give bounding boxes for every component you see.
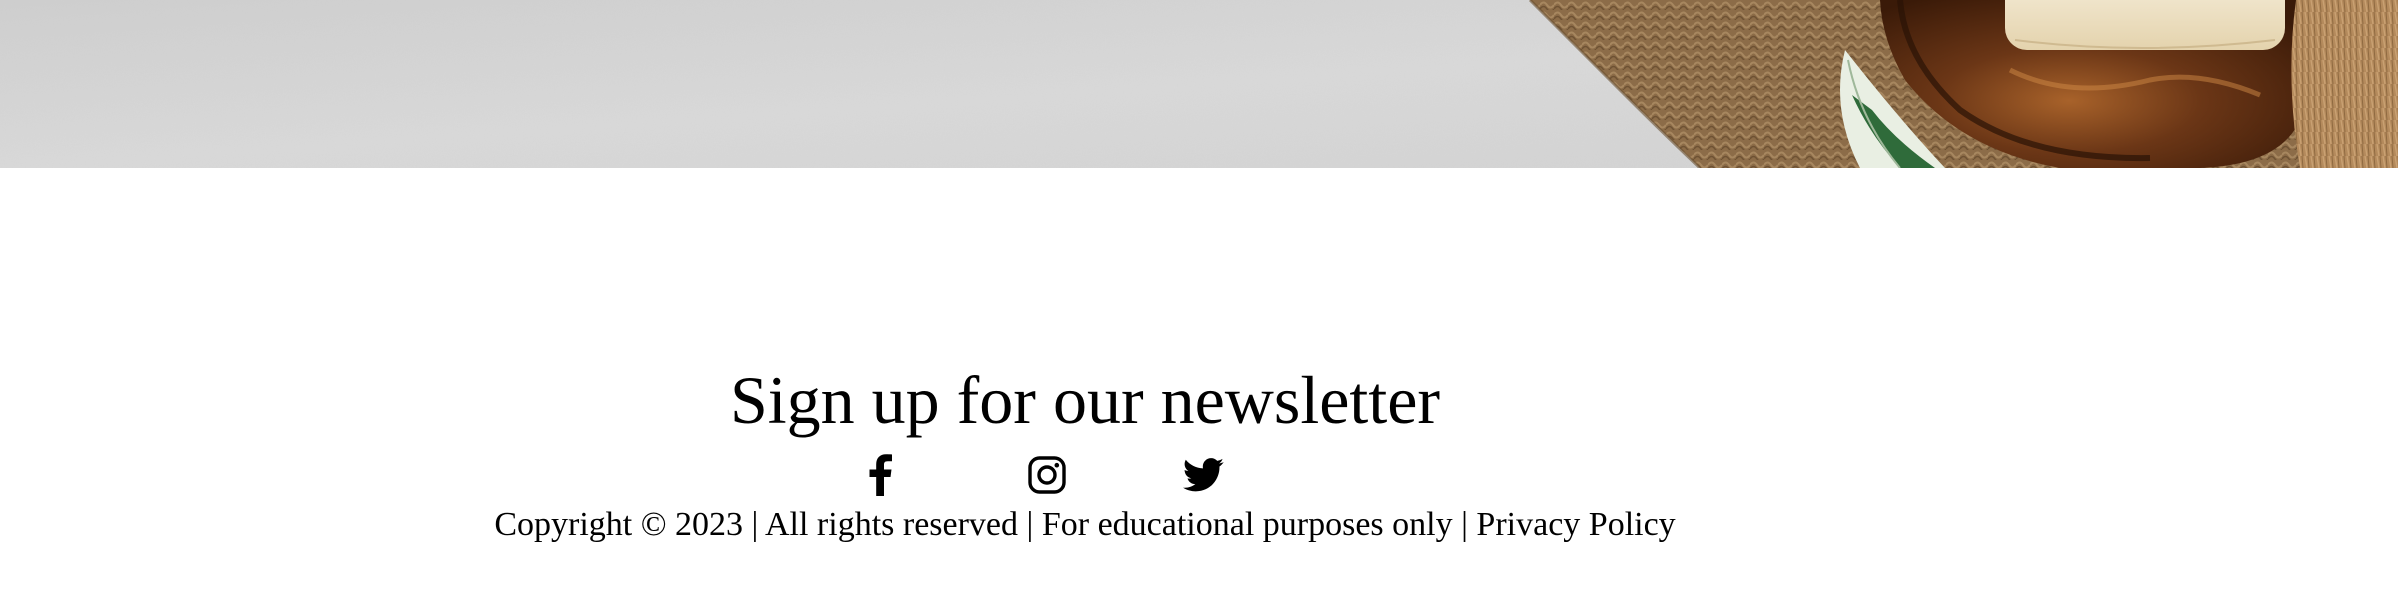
facebook-icon [867, 454, 893, 496]
privacy-policy-link[interactable]: Privacy Policy [1476, 506, 1675, 543]
separator: | [1026, 506, 1034, 543]
social-links [0, 452, 2398, 498]
educational-text: For educational purposes only [1041, 506, 1453, 543]
spa-photo-icon [0, 0, 2398, 168]
twitter-link[interactable] [1181, 452, 1227, 498]
copyright-line: Copyright © 2023 | All rights reserved |… [0, 502, 2170, 548]
twitter-icon [1183, 458, 1225, 492]
copyright-text: Copyright © 2023 [494, 506, 744, 543]
separator: | [751, 506, 759, 543]
hero-image [0, 0, 2398, 168]
rights-text: All rights reserved [764, 506, 1019, 543]
instagram-icon [1028, 456, 1066, 494]
facebook-link[interactable] [857, 452, 903, 498]
separator: | [1461, 506, 1468, 543]
page: Sign up for our newsletter Copyright © 2… [0, 0, 2398, 616]
instagram-link[interactable] [1024, 452, 1070, 498]
newsletter-title: Sign up for our newsletter [729, 362, 1441, 438]
